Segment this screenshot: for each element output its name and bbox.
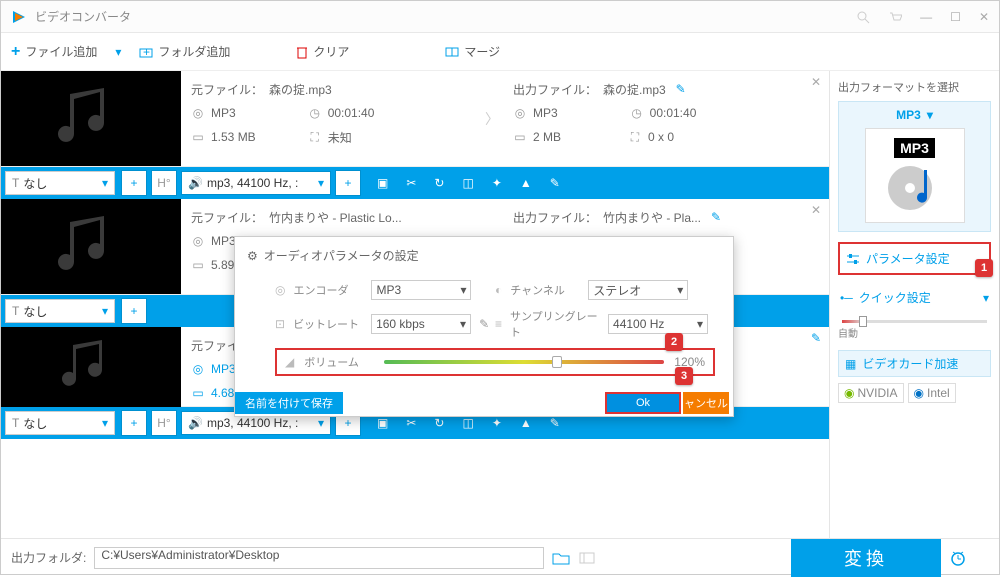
merge-icon bbox=[445, 45, 459, 59]
edit-icon[interactable]: ✎ bbox=[711, 210, 721, 224]
callout-2: 2 bbox=[665, 333, 683, 351]
edit-bitrate-icon[interactable]: ✎ bbox=[479, 317, 489, 331]
auto-label: 自動 bbox=[838, 325, 991, 340]
edit-icon[interactable]: ✎ bbox=[803, 327, 829, 406]
add-file-dropdown-icon[interactable]: ▾ bbox=[115, 45, 121, 59]
output-path-input[interactable]: C:¥Users¥Administrator¥Desktop bbox=[94, 547, 544, 569]
app-logo-icon bbox=[11, 9, 27, 25]
source-file-name: 森の掟.mp3 bbox=[269, 81, 332, 98]
cut-icon[interactable]: ✂ bbox=[406, 176, 416, 190]
output-folder-label: 出力フォルダ: bbox=[11, 549, 86, 566]
bitrate-icon: ⊡ bbox=[275, 317, 285, 331]
source-file-label: 元ファイル： bbox=[191, 81, 263, 98]
add-file-button[interactable]: +ファイル追加 bbox=[11, 43, 97, 61]
watermark-icon[interactable]: ▲ bbox=[520, 176, 532, 190]
cart-icon[interactable] bbox=[888, 10, 902, 24]
subtitle-select[interactable]: Tなし▾ bbox=[5, 299, 115, 323]
volume-handle[interactable] bbox=[552, 356, 562, 368]
add-audio-button[interactable]: + bbox=[335, 170, 361, 196]
save-as-button[interactable]: 名前を付けて保存 bbox=[235, 392, 343, 414]
channel-icon: ◐ bbox=[495, 283, 502, 297]
dimensions-icon: ⛶ bbox=[308, 130, 322, 145]
callout-3: 3 bbox=[675, 367, 693, 385]
merge-button[interactable]: マージ bbox=[445, 43, 500, 60]
file-thumbnail bbox=[1, 199, 181, 294]
format-selector[interactable]: MP3▾ MP3 bbox=[838, 101, 991, 232]
add-subtitle-button[interactable]: + bbox=[121, 170, 147, 196]
maximize-icon[interactable]: ☐ bbox=[950, 10, 961, 24]
scheduler-icon[interactable] bbox=[949, 549, 989, 567]
callout-1: 1 bbox=[975, 259, 993, 277]
play-icon[interactable]: ▣ bbox=[377, 176, 388, 190]
audio-track-select[interactable]: 🔊mp3, 44100 Hz, :▾ bbox=[181, 171, 331, 195]
window-title: ビデオコンバータ bbox=[35, 8, 856, 25]
quality-slider[interactable] bbox=[842, 320, 987, 323]
volume-slider[interactable] bbox=[384, 360, 664, 364]
sliders-icon bbox=[846, 253, 860, 265]
convert-button[interactable]: 変換 bbox=[791, 539, 941, 577]
modal-title: オーディオパラメータの設定 bbox=[264, 247, 419, 264]
arrow-icon: 〉 bbox=[481, 109, 503, 129]
parameter-settings-button[interactable]: パラメータ設定 bbox=[838, 242, 991, 275]
folder-plus-icon: + bbox=[139, 45, 153, 59]
minimize-icon[interactable]: — bbox=[920, 10, 932, 24]
audio-params-modal: ⚙オーディオパラメータの設定 ◎エンコーダMP3▾ ◐チャンネルステレオ▾ ⊡ビ… bbox=[234, 236, 734, 417]
samplerate-select[interactable]: 44100 Hz▾ bbox=[608, 314, 708, 334]
svg-text:+: + bbox=[143, 45, 150, 59]
slider-handle[interactable] bbox=[859, 316, 867, 327]
size-icon: ▭ bbox=[191, 130, 205, 144]
samplerate-icon: ≡ bbox=[495, 317, 502, 331]
chip-icon: ▦ bbox=[845, 357, 856, 371]
subtitle-edit-icon[interactable]: ✎ bbox=[550, 176, 560, 190]
encoder-select[interactable]: MP3▾ bbox=[371, 280, 471, 300]
trash-icon bbox=[296, 45, 308, 59]
close-icon[interactable]: ✕ bbox=[979, 10, 989, 24]
quick-icon: •─ bbox=[840, 291, 853, 305]
bitrate-select[interactable]: 160 kbps▾ bbox=[371, 314, 471, 334]
gpu-accel-button[interactable]: ▦ビデオカード加速 bbox=[838, 350, 991, 377]
format-section-label: 出力フォーマットを選択 bbox=[838, 79, 991, 95]
crop-icon[interactable]: ◫ bbox=[462, 176, 473, 190]
ok-button[interactable]: Ok bbox=[605, 392, 681, 414]
intel-badge: ◉Intel bbox=[908, 383, 956, 403]
nvidia-badge: ◉NVIDIA bbox=[838, 383, 904, 403]
browse-folder-button[interactable] bbox=[552, 551, 570, 565]
volume-icon: ◢ bbox=[285, 355, 294, 369]
edit-icon[interactable]: ✎ bbox=[676, 82, 686, 96]
target-icon: ◎ bbox=[275, 283, 285, 297]
codec-icon: ◎ bbox=[191, 106, 205, 120]
file-thumbnail bbox=[1, 327, 181, 407]
open-folder-button[interactable] bbox=[578, 551, 596, 565]
remove-file-button[interactable]: ✕ bbox=[803, 71, 829, 166]
search-icon[interactable] bbox=[856, 10, 870, 24]
clear-button[interactable]: クリア bbox=[296, 43, 349, 60]
volume-row: ◢ ボリューム 120% bbox=[275, 348, 715, 376]
cancel-button[interactable]: ャンセル bbox=[683, 392, 729, 414]
add-folder-button[interactable]: +フォルダ追加 bbox=[139, 43, 230, 60]
remove-file-button[interactable]: ✕ bbox=[803, 199, 829, 294]
clock-icon: ◷ bbox=[308, 106, 322, 120]
file-thumbnail bbox=[1, 71, 181, 166]
output-file-name: 森の掟.mp3 bbox=[603, 81, 666, 98]
effect-icon[interactable]: ✦ bbox=[492, 176, 502, 190]
output-file-label: 出力ファイル： bbox=[513, 81, 597, 98]
channel-select[interactable]: ステレオ▾ bbox=[588, 280, 688, 300]
rotate-icon[interactable]: ↻ bbox=[434, 176, 444, 190]
plus-icon: + bbox=[11, 43, 20, 61]
hardware-button[interactable]: H° bbox=[151, 170, 177, 196]
mp3-format-icon: MP3 bbox=[865, 128, 965, 223]
gear-icon: ⚙ bbox=[247, 249, 258, 263]
subtitle-select[interactable]: Tなし▾ bbox=[5, 171, 115, 195]
add-subtitle-button[interactable]: + bbox=[121, 298, 147, 324]
subtitle-select[interactable]: Tなし▾ bbox=[5, 411, 115, 435]
quick-settings-button[interactable]: •─クイック設定▾ bbox=[838, 285, 991, 310]
